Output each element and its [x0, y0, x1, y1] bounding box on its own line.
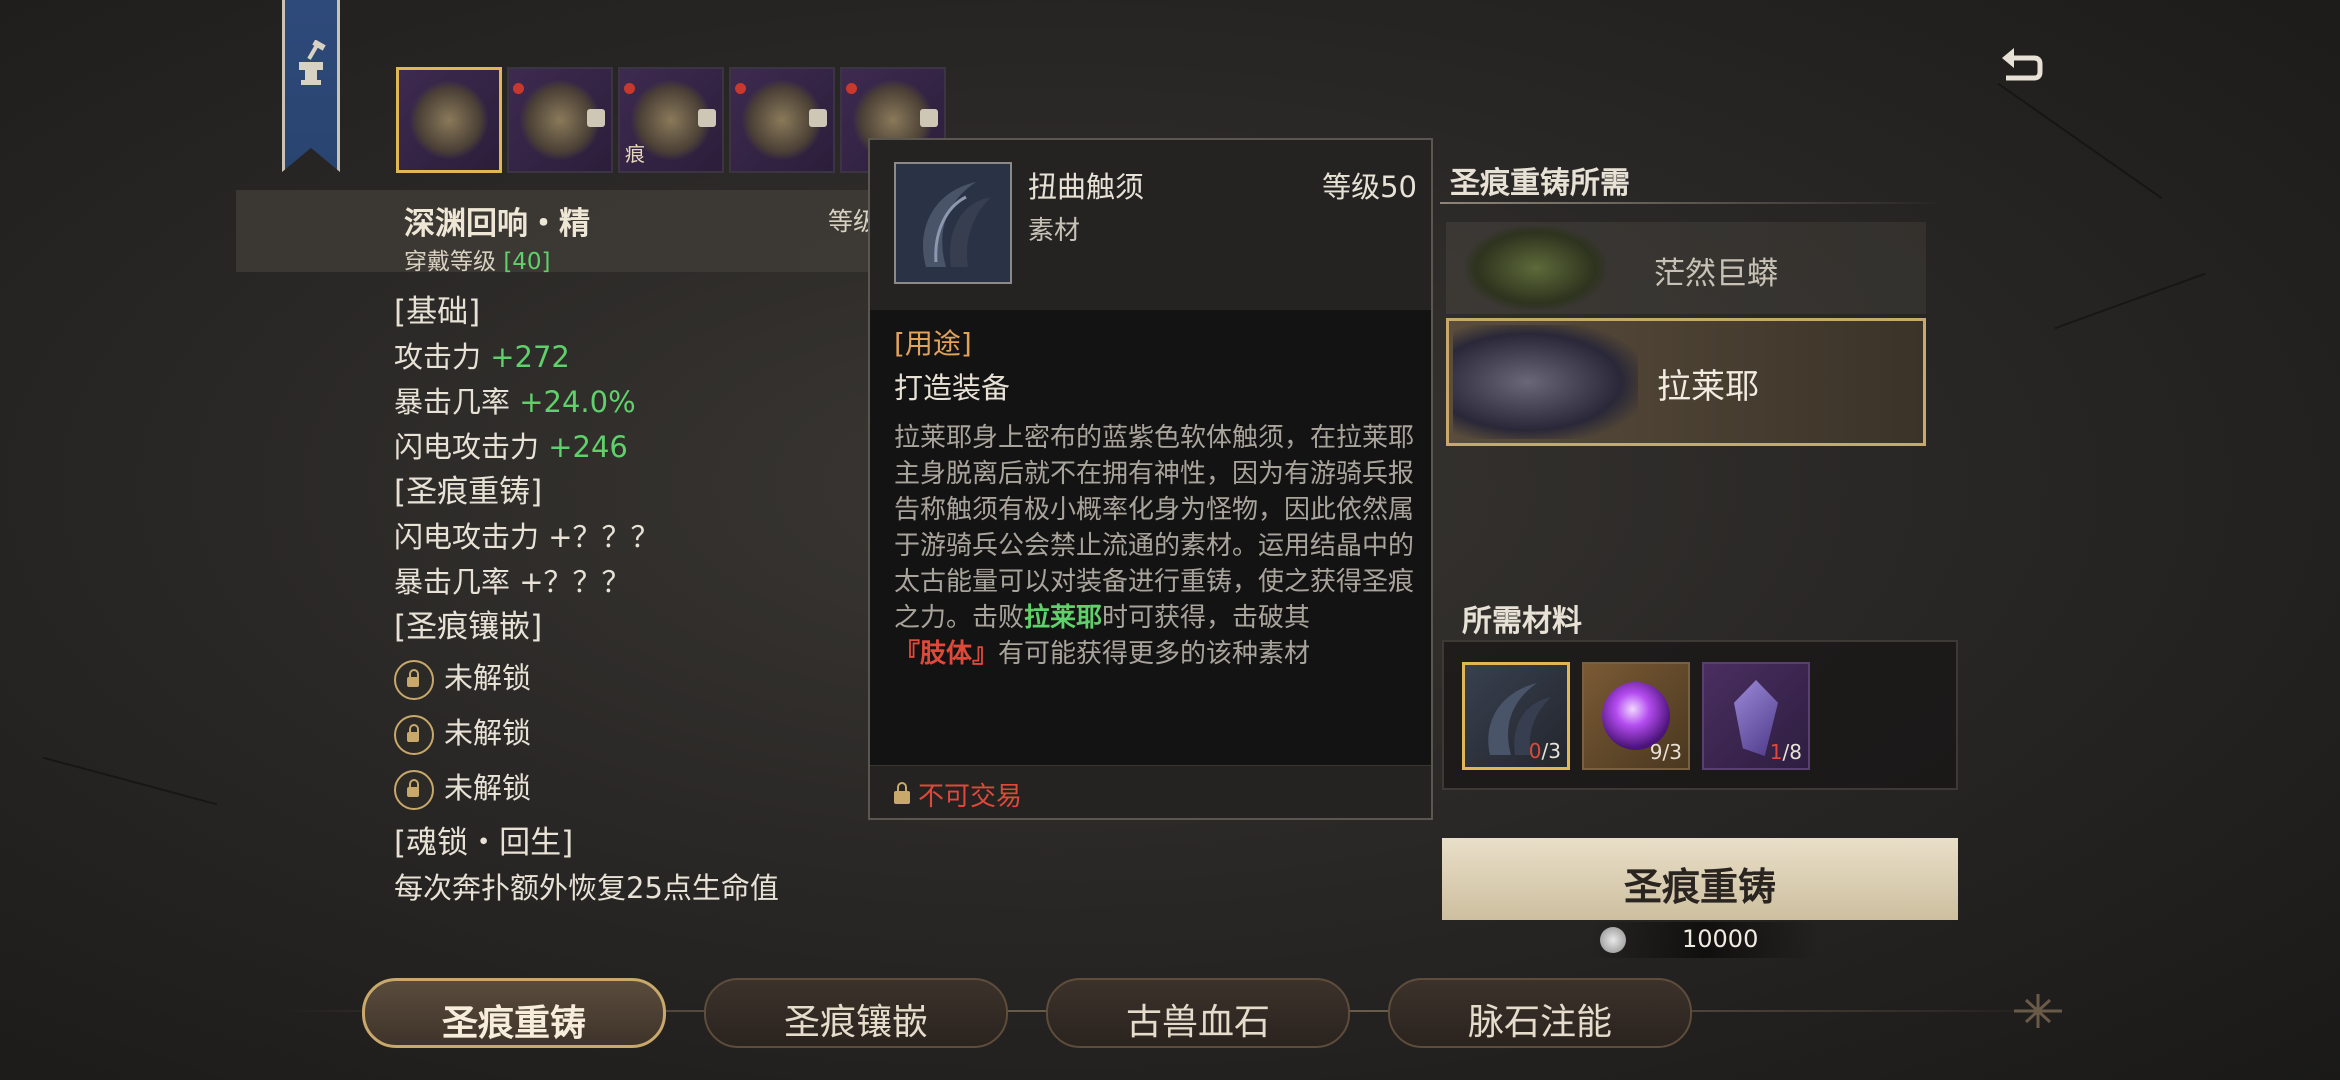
section-header: [基础] — [394, 294, 481, 330]
detail-icon — [809, 109, 827, 127]
forge-banner[interactable] — [282, 0, 340, 172]
raleigh-boss-portrait — [1453, 325, 1638, 439]
boss-name: 拉莱耶 — [1657, 367, 1759, 407]
material-count: 0/3 — [1528, 739, 1561, 763]
tooltip-use-value: 打造装备 — [894, 371, 1011, 405]
soul-text: 每次奔扑额外恢复25点生命值 — [394, 871, 779, 905]
equipment-slot[interactable] — [396, 67, 502, 173]
material-count: 9/3 — [1649, 740, 1682, 764]
stat-row: 闪电攻击力 +？？？ — [394, 520, 660, 554]
item-name-bar: 深渊回响・精 穿戴等级 [40] 等级 — [236, 190, 896, 275]
material-count: 1/8 — [1769, 740, 1802, 764]
wear-level: 穿戴等级 [40] — [404, 249, 551, 275]
equipment-slots: 痕 — [396, 67, 946, 173]
inlay-slot[interactable]: 未解锁 — [394, 766, 864, 811]
recast-requirement-title: 圣痕重铸所需 — [1450, 166, 1630, 201]
section-header: [圣痕重铸] — [394, 474, 543, 510]
tooltip-description: 拉莱耶身上密布的蓝紫色软体触须，在拉莱耶主身脱离后就不在拥有神性，因为有游骑兵报… — [894, 423, 1415, 669]
tentacle-icon — [894, 162, 1012, 284]
boss-link: 拉莱耶 — [1024, 603, 1103, 633]
stat-row: 暴击几率 +24.0% — [394, 385, 636, 419]
slot-tag: 痕 — [625, 142, 645, 166]
boss-name: 茫然巨蟒 — [1654, 256, 1778, 292]
detail-icon — [920, 109, 938, 127]
silver-coin-icon — [1600, 927, 1626, 953]
tooltip-use-header: [用途] — [894, 327, 972, 360]
tab-recast[interactable]: 圣痕重铸 — [362, 978, 666, 1048]
material-slot[interactable]: 1/8 — [1702, 662, 1810, 770]
cost-amount: 10000 — [1682, 925, 1759, 953]
stat-row: 暴击几率 +？？？ — [394, 565, 631, 599]
material-slot[interactable]: 0/3 — [1462, 662, 1570, 770]
materials-panel: 0/3 9/3 1/8 — [1442, 640, 1958, 790]
stat-row: 闪电攻击力 +246 — [394, 430, 628, 464]
boss-option[interactable]: 茫然巨蟒 — [1446, 222, 1926, 314]
detail-icon — [587, 109, 605, 127]
lock-icon — [394, 715, 434, 755]
boss-option-selected[interactable]: 拉莱耶 — [1446, 318, 1926, 446]
material-tooltip: 扭曲触须 素材 等级50 [用途] 打造装备 拉莱耶身上密布的蓝紫色软体触须，在… — [868, 138, 1433, 820]
item-name: 深渊回响・精 — [404, 206, 590, 242]
body-part-text: 『肢体』 — [894, 639, 999, 669]
back-icon[interactable] — [1996, 42, 2046, 86]
wear-level-value: [40] — [503, 249, 551, 275]
bg-crack — [2054, 272, 2206, 330]
ornament-icon — [2014, 994, 2062, 1028]
tooltip-footer: 不可交易 — [870, 765, 1431, 818]
serpent-boss-portrait — [1466, 226, 1606, 310]
tooltip-item-level: 等级50 — [1322, 170, 1417, 204]
tab-inlay[interactable]: 圣痕镶嵌 — [704, 978, 1008, 1048]
equipment-slot[interactable] — [507, 67, 613, 173]
section-header: [圣痕镶嵌] — [394, 609, 543, 645]
recast-button[interactable]: 圣痕重铸 — [1442, 838, 1958, 920]
lock-icon — [394, 770, 434, 810]
material-slot[interactable]: 9/3 — [1582, 662, 1690, 770]
required-materials-title: 所需材料 — [1462, 604, 1582, 639]
inlay-slot[interactable]: 未解锁 — [394, 711, 864, 756]
equipment-slot[interactable]: 痕 — [618, 67, 724, 173]
equipment-slot[interactable] — [729, 67, 835, 173]
bg-crack — [1997, 82, 2163, 200]
trade-status: 不可交易 — [918, 782, 1023, 812]
divider — [1440, 202, 1945, 204]
bg-crack — [42, 756, 218, 806]
item-stats: [基础] 攻击力 +272 暴击几率 +24.0% 闪电攻击力 +246 [圣痕… — [394, 290, 864, 915]
weapon-icon — [409, 80, 489, 160]
tab-beast-bloodstone[interactable]: 古兽血石 — [1046, 978, 1350, 1048]
stat-row: 攻击力 +272 — [394, 340, 570, 374]
tab-vein-infusion[interactable]: 脉石注能 — [1388, 978, 1692, 1048]
tooltip-item-name: 扭曲触须 — [1028, 170, 1145, 204]
lock-icon — [394, 660, 434, 700]
detail-icon — [698, 109, 716, 127]
inlay-slot[interactable]: 未解锁 — [394, 656, 864, 701]
tooltip-item-type: 素材 — [1028, 216, 1081, 246]
section-header: [魂锁・回生] — [394, 825, 574, 861]
lock-icon — [894, 782, 910, 804]
recast-cost: 10000 — [1590, 922, 1820, 958]
anvil-hammer-icon — [299, 40, 326, 85]
